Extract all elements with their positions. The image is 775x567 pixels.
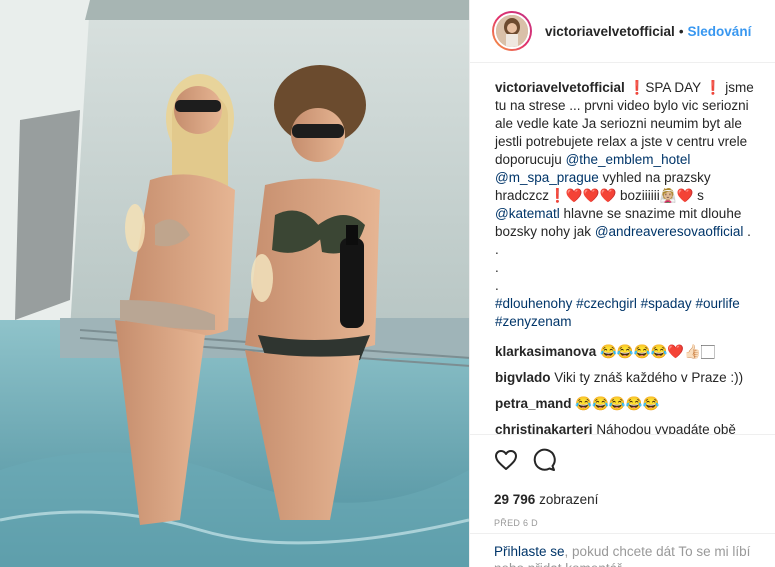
post-timestamp[interactable]: před 6 d [494,518,752,528]
caption-dot: . [495,242,499,257]
comment-username[interactable]: klarkasimanova [495,344,596,359]
comment-item: bigvlado Viki ty znáš každého v Praze :)… [495,369,766,387]
login-prompt: Přihlaste se, pokud chcete dát To se mi … [470,533,775,567]
mention-katematl[interactable]: @katematl [495,206,560,221]
avatar-ring[interactable] [492,11,532,51]
views-label: zobrazení [539,492,599,507]
comment-username[interactable]: christinakarteri [495,422,593,434]
hashtag-ourlife[interactable]: #ourlife [695,296,739,311]
caption-text: . [743,224,751,239]
comments-list[interactable]: victoriavelvetofficial ❗SPA DAY ❗ jsme t… [470,63,775,434]
comment-bubble-icon[interactable] [532,448,556,472]
login-link[interactable]: Přihlaste se [494,544,565,559]
header-separator: • [678,23,684,39]
caption-dot: . [495,260,499,275]
post-video[interactable] [0,0,469,567]
hashtag-zenyzenam[interactable]: #zenyzenam [495,314,572,329]
comment-item: petra_mand 😂😂😂😂😂 [495,395,766,413]
caption-username[interactable]: victoriavelvetofficial [495,80,625,95]
views-count: 29 796 zobrazení [494,492,752,507]
comment-item: klarkasimanova 😂😂😂😂❤️👍🏻🏻 [495,343,766,361]
comment-text: 😂😂😂😂😂 [575,396,660,411]
comment-text: 😂😂😂😂❤️👍🏻🏻 [600,344,715,359]
action-row [494,447,752,473]
comment-item: christinakarteri Náhodou vypadáte obě [495,421,766,434]
views-number: 29 796 [494,492,536,507]
mention-the-emblem-hotel[interactable]: @the_emblem_hotel [566,152,691,167]
comment-username[interactable]: bigvlado [495,370,551,385]
post-video-frame [0,0,469,567]
post-caption: victoriavelvetofficial ❗SPA DAY ❗ jsme t… [495,79,766,331]
header-username[interactable]: victoriavelvetofficial [545,24,675,39]
mention-m-spa-prague[interactable]: @m_spa_prague [495,170,599,185]
comment-username[interactable]: petra_mand [495,396,572,411]
heart-icon[interactable] [494,448,518,472]
caption-dot: . [495,278,499,293]
follow-button[interactable]: Sledování [688,24,752,39]
post-actions: 29 796 zobrazení před 6 d [470,434,775,544]
post-header: victoriavelvetofficial • Sledování [470,0,775,63]
hashtag-dlouhenohy[interactable]: #dlouhenohy [495,296,572,311]
comment-text: Viki ty znáš každého v Praze :)) [554,370,744,385]
hashtag-spaday[interactable]: #spaday [641,296,692,311]
post-sidebar: victoriavelvetofficial • Sledování victo… [469,0,775,567]
comment-text: Náhodou vypadáte obě [596,422,736,434]
avatar[interactable] [494,13,530,49]
avatar-image [496,15,528,47]
mention-andreaveresovaofficial[interactable]: @andreaveresovaofficial [595,224,744,239]
hashtag-czechgirl[interactable]: #czechgirl [576,296,637,311]
